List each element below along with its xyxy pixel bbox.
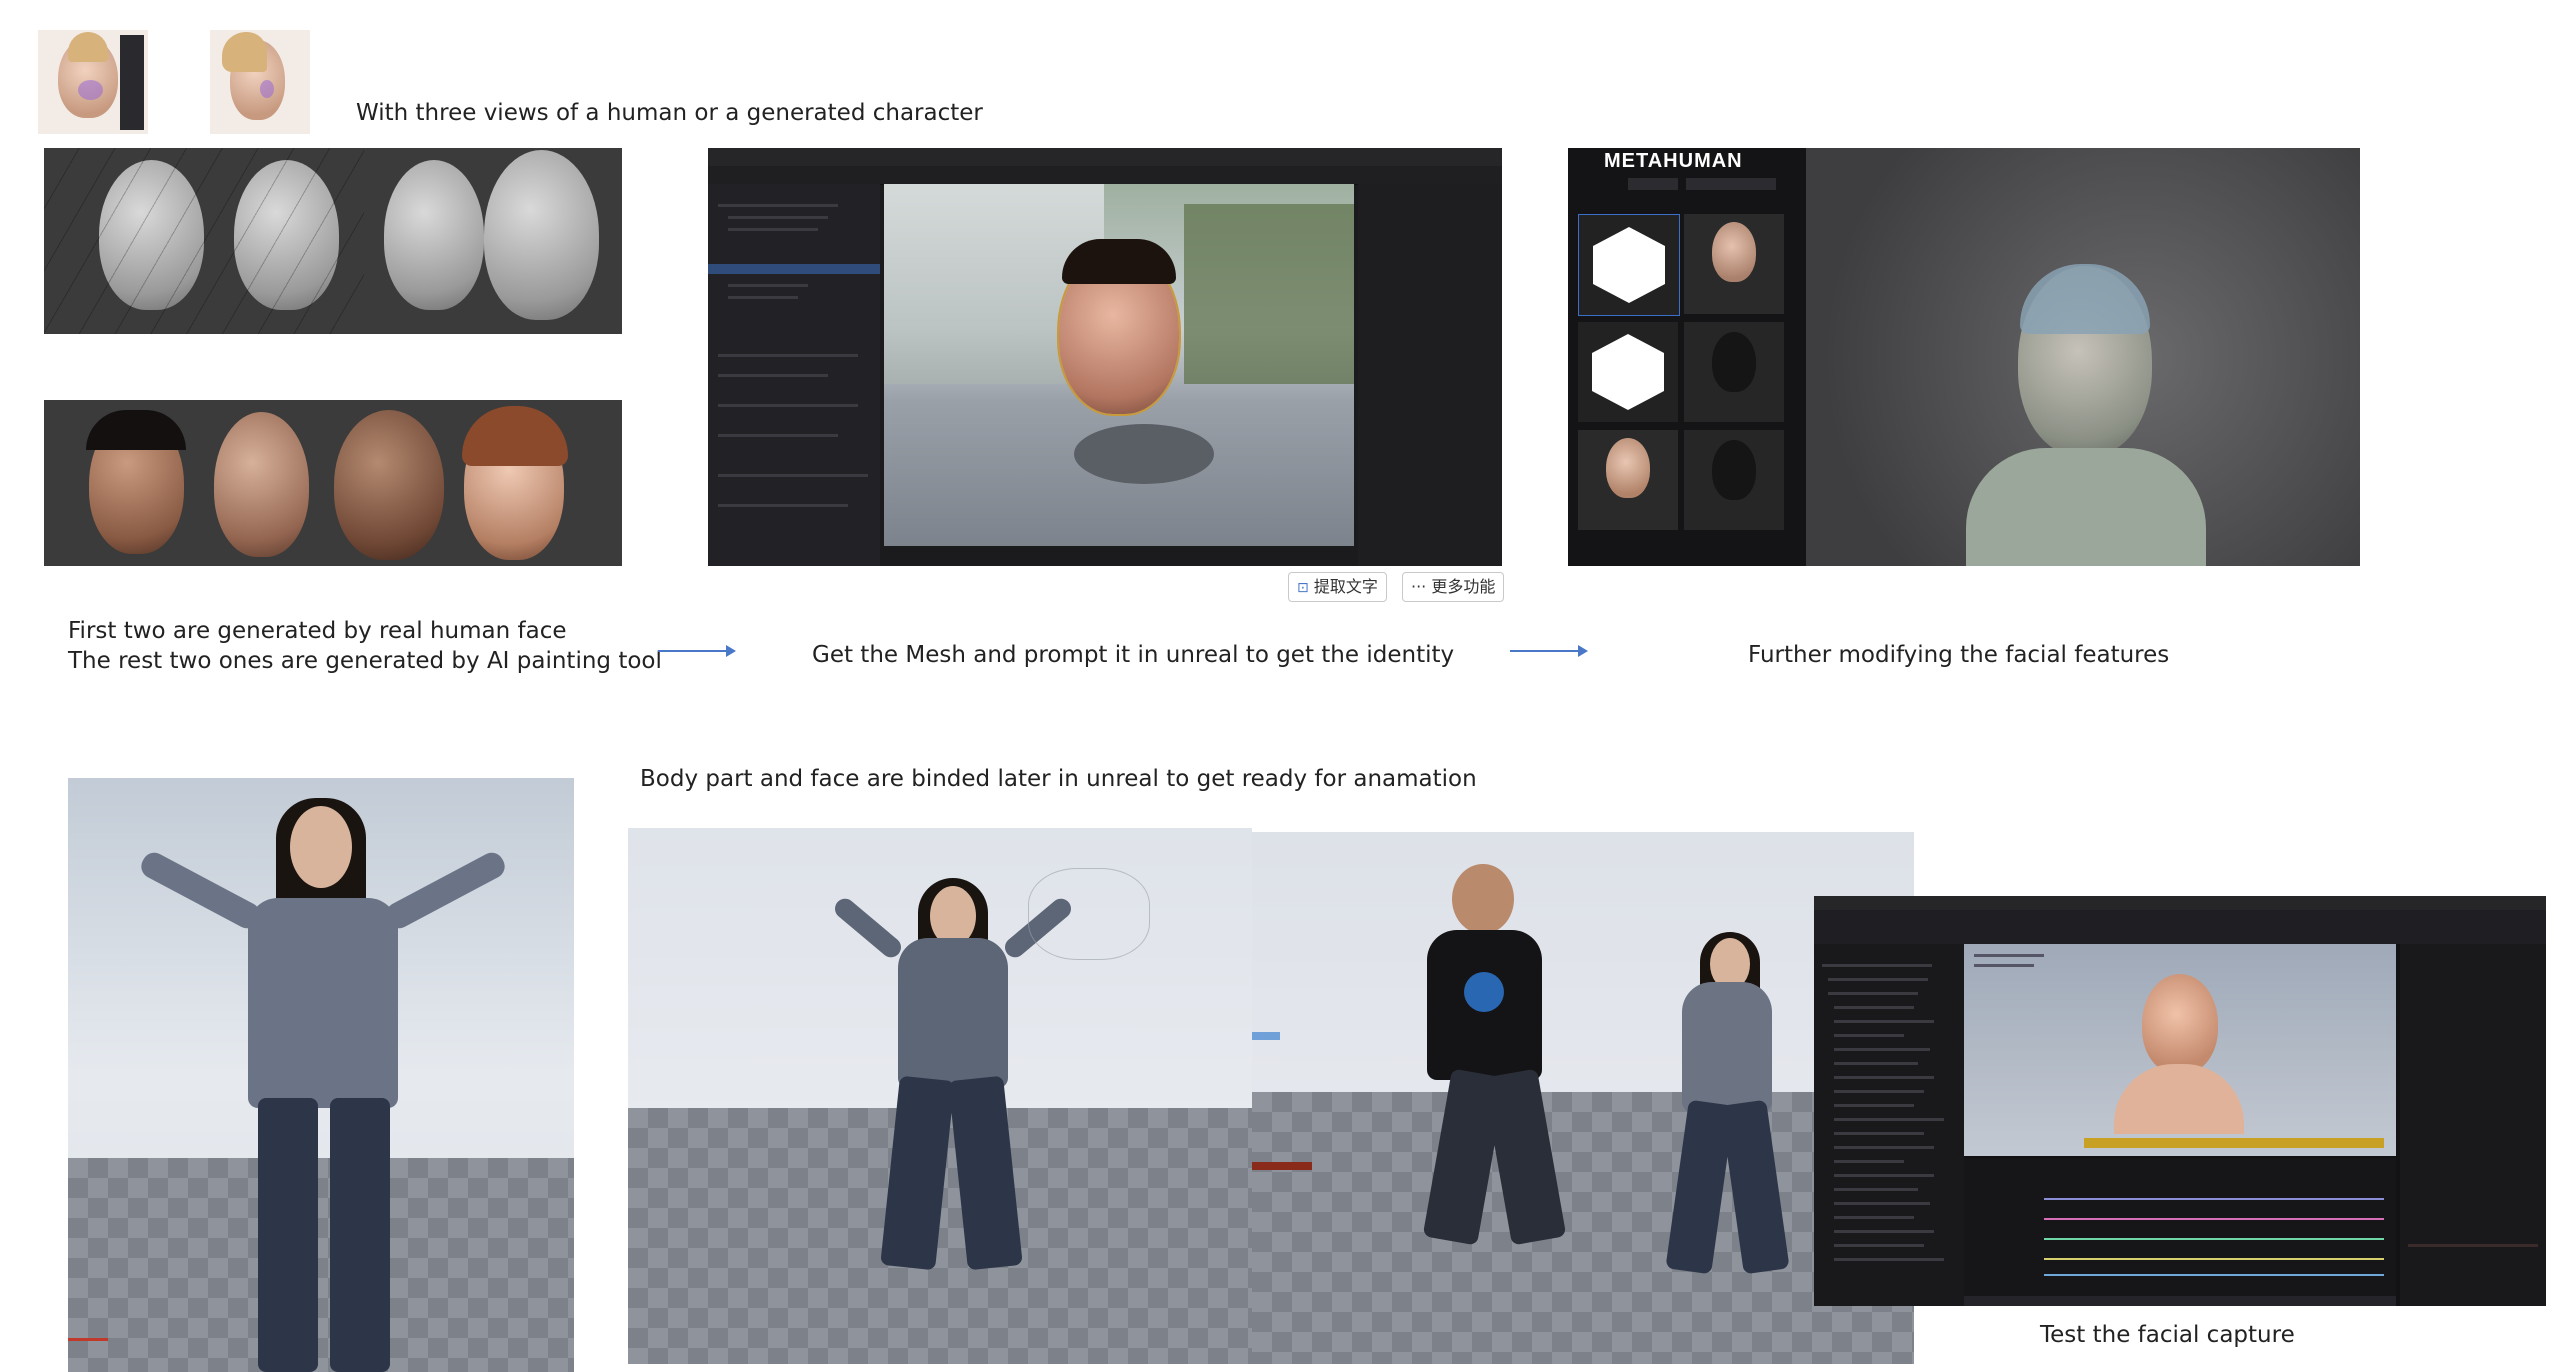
caption-real-vs-ai-line2: The rest two ones are generated by AI pa… [68, 648, 662, 674]
caption-facial-capture: Test the facial capture [2040, 1322, 2295, 1348]
caption-three-views: With three views of a human or a generat… [356, 100, 983, 126]
preset-tile-3[interactable] [1578, 322, 1678, 422]
caption-mesh-to-unreal: Get the Mesh and prompt it in unreal to … [812, 642, 1455, 668]
preset-tile-6[interactable] [1684, 430, 1784, 530]
flow-arrow-2 [1510, 645, 1588, 657]
flow-arrow-1 [658, 645, 736, 657]
capture-viewport [1964, 944, 2396, 1156]
text-scan-icon: ⊡ [1297, 580, 1309, 596]
preset-tile-5[interactable] [1578, 430, 1678, 530]
outliner-panel [708, 184, 880, 566]
caption-modify-features: Further modifying the facial features [1748, 642, 2170, 668]
reference-front-view [38, 30, 148, 134]
preset-tile-2[interactable] [1684, 214, 1784, 314]
metahuman-viewport [1806, 148, 2360, 566]
more-features-label: 更多功能 [1431, 577, 1496, 596]
facial-capture-screenshot [1814, 896, 2546, 1306]
more-features-button[interactable]: ··· 更多功能 [1402, 572, 1505, 602]
metahuman-sidebar: METAHUMAN [1568, 148, 1806, 566]
capture-details [2400, 944, 2546, 1306]
viewport [884, 184, 1354, 546]
capture-outliner [1814, 944, 1964, 1306]
unreal-identity-screenshot [708, 148, 1502, 566]
metahuman-brand: METAHUMAN [1604, 150, 1743, 172]
caption-real-vs-ai-line1: First two are generated by real human fa… [68, 618, 567, 644]
more-icon: ··· [1411, 577, 1427, 596]
reference-side-view [210, 30, 310, 134]
caption-body-binding: Body part and face are binded later in u… [640, 766, 1477, 792]
mesh-heads-panel [44, 148, 622, 334]
preset-tile-4[interactable] [1684, 322, 1784, 422]
metahuman-screenshot: METAHUMAN [1568, 148, 2360, 566]
extract-text-label: 提取文字 [1313, 577, 1378, 596]
preset-tile-1[interactable] [1578, 214, 1680, 316]
body-render-standing [68, 778, 574, 1372]
extract-text-button[interactable]: ⊡ 提取文字 [1288, 572, 1387, 602]
body-render-jump-1 [628, 828, 1252, 1364]
textured-heads-panel [44, 400, 622, 566]
capture-timeline [1964, 1158, 2396, 1306]
details-panel [1358, 184, 1502, 566]
